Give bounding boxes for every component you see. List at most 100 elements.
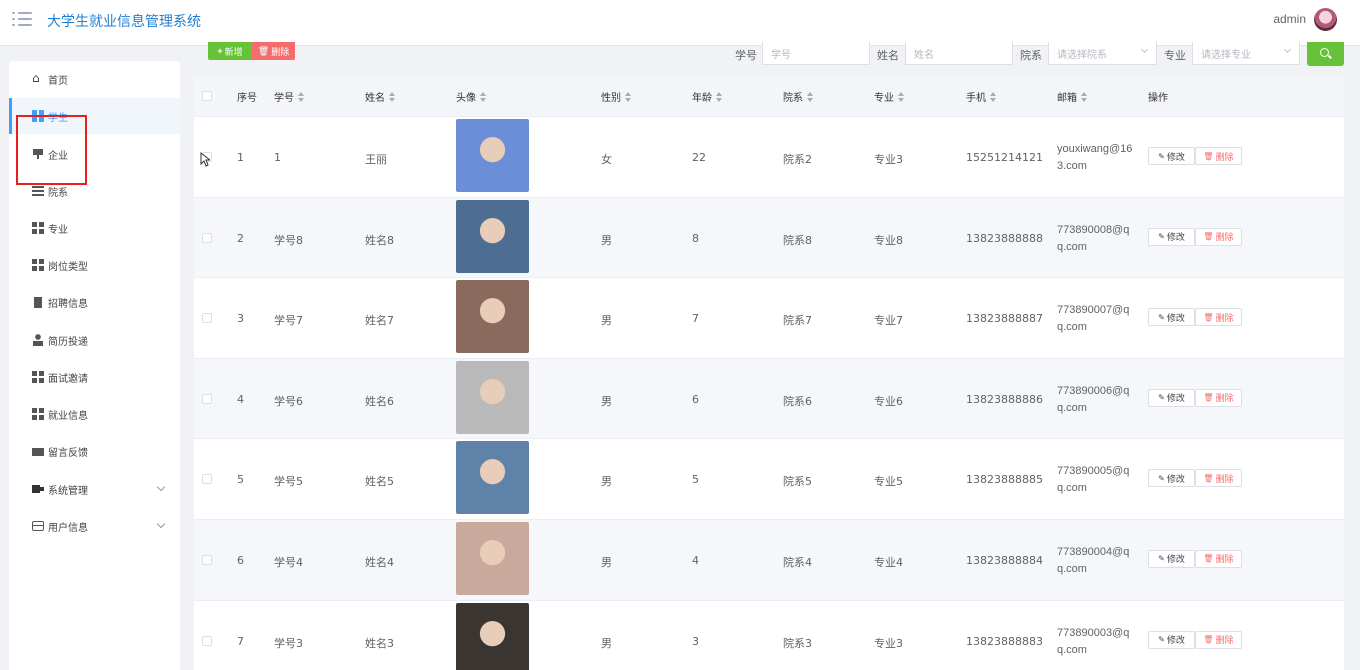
cell-index: 1	[237, 151, 244, 164]
sidebar-item-10[interactable]: 留言反馈	[9, 433, 180, 469]
row-checkbox[interactable]	[202, 635, 212, 646]
column-header-label: 专业	[874, 93, 894, 104]
app-title: 大学生就业信息管理系统	[47, 14, 201, 30]
student-avatar-image	[456, 360, 529, 434]
cell-name: 王丽	[365, 153, 387, 166]
cell-index: 4	[237, 392, 244, 406]
sort-icon[interactable]	[298, 91, 304, 102]
sidebar-item-6[interactable]: 招聘信息	[9, 284, 180, 320]
name-input[interactable]: 姓名	[905, 42, 1013, 65]
cell-student-id: 学号6	[274, 394, 303, 408]
user-name[interactable]: admin	[1273, 12, 1306, 26]
cell-department: 院系4	[783, 555, 812, 569]
edit-button[interactable]: ✎ 修改	[1148, 630, 1195, 649]
grid-icon	[32, 222, 44, 234]
cell-gender: 男	[601, 233, 612, 247]
cell-phone: 13823888885	[966, 473, 1043, 487]
cell-student-id: 学号7	[274, 314, 303, 328]
add-button-label: 新增	[224, 46, 243, 57]
sidebar-item-7[interactable]: 简历投递	[9, 322, 180, 358]
edit-button[interactable]: ✎ 修改	[1148, 227, 1195, 246]
sort-icon[interactable]	[389, 91, 395, 102]
search-button[interactable]	[1307, 42, 1344, 66]
delete-button[interactable]: 🗑 删除	[1195, 549, 1242, 568]
edit-button[interactable]: ✎ 修改	[1148, 549, 1195, 568]
user-avatar[interactable]	[1314, 8, 1337, 31]
edit-button[interactable]: ✎ 修改	[1148, 388, 1195, 407]
row-checkbox[interactable]	[202, 474, 212, 485]
sort-icon[interactable]	[716, 91, 722, 102]
delete-button[interactable]: 🗑 删除	[1195, 630, 1242, 649]
batch-delete-button[interactable]: 🗑 删除	[252, 42, 295, 60]
menu-toggle-icon[interactable]	[12, 11, 32, 27]
column-header-label: 年龄	[692, 93, 712, 104]
sort-icon[interactable]	[1081, 91, 1087, 102]
sort-icon[interactable]	[990, 91, 996, 102]
table-row: 2 学号8 姓名8 男 8 院系8 专业8 13823888888 773890008@qq.c…	[194, 197, 1344, 279]
cell-student-id: 学号5	[274, 475, 303, 489]
column-header-3[interactable]: 头像	[456, 89, 486, 104]
cell-email: 773890006@qq.com	[1057, 384, 1130, 414]
sidebar-item-label: 首页	[48, 75, 68, 87]
row-checkbox[interactable]	[202, 393, 212, 404]
department-select[interactable]: 请选择院系	[1048, 42, 1157, 65]
major-select[interactable]: 请选择专业	[1192, 42, 1300, 65]
select-all-checkbox[interactable]	[202, 91, 212, 101]
student-id-input[interactable]: 学号	[762, 42, 870, 65]
highlight-box	[16, 115, 87, 185]
sidebar-item-8[interactable]: 面试邀请	[9, 359, 180, 395]
column-header-1[interactable]: 学号	[274, 89, 304, 104]
cell-email: youxiwang@163.com	[1057, 143, 1133, 172]
column-header-4[interactable]: 性别	[601, 89, 631, 104]
cell-major: 专业3	[874, 153, 903, 166]
delete-button[interactable]: 🗑 删除	[1195, 388, 1242, 407]
edit-button-label: 修改	[1166, 636, 1185, 647]
column-header-label: 院系	[783, 93, 803, 104]
row-checkbox[interactable]	[202, 554, 212, 565]
grid-icon	[32, 408, 44, 420]
sidebar-item-0[interactable]: ⌂ 首页	[9, 61, 180, 97]
edit-icon: ✎	[1158, 635, 1165, 645]
column-header-9[interactable]: 邮箱	[1057, 89, 1087, 104]
sort-icon[interactable]	[807, 91, 813, 102]
sort-icon[interactable]	[480, 91, 486, 102]
student-avatar-image	[456, 441, 529, 515]
row-checkbox[interactable]	[202, 232, 212, 243]
column-header-7[interactable]: 专业	[874, 89, 904, 104]
edit-button[interactable]: ✎ 修改	[1148, 147, 1195, 165]
student-id-placeholder: 学号	[771, 50, 791, 61]
chevron-down-icon	[156, 482, 166, 492]
column-header-6[interactable]: 院系	[783, 89, 813, 104]
edit-button[interactable]: ✎ 修改	[1148, 469, 1195, 488]
trash-icon: 🗑	[1203, 312, 1214, 322]
sort-icon[interactable]	[898, 91, 904, 102]
column-header-0: 序号	[237, 89, 257, 104]
grid-icon	[32, 371, 44, 383]
cell-age: 3	[692, 634, 699, 648]
delete-button[interactable]: 🗑 删除	[1195, 469, 1242, 488]
row-checkbox[interactable]	[202, 313, 212, 324]
column-header-8[interactable]: 手机	[966, 89, 996, 104]
edit-button-label: 修改	[1166, 474, 1185, 485]
delete-button[interactable]: 🗑 删除	[1195, 227, 1242, 246]
sidebar-item-9[interactable]: 就业信息	[9, 396, 180, 432]
edit-button[interactable]: ✎ 修改	[1148, 308, 1195, 327]
trash-icon: 🗑	[1203, 554, 1214, 564]
column-header-5[interactable]: 年龄	[692, 89, 722, 104]
delete-button[interactable]: 🗑 删除	[1195, 308, 1242, 327]
sidebar-item-label: 简历投递	[48, 336, 88, 348]
cell-name: 姓名7	[365, 314, 394, 328]
sidebar-item-5[interactable]: 岗位类型	[9, 247, 180, 283]
trash-icon: 🗑	[1203, 151, 1214, 161]
cell-department: 院系6	[783, 394, 812, 408]
sort-icon[interactable]	[625, 91, 631, 102]
sidebar-item-12[interactable]: 用户信息	[9, 508, 180, 544]
column-header-2[interactable]: 姓名	[365, 89, 395, 104]
cell-phone: 13823888887	[966, 312, 1043, 326]
cell-major: 专业6	[874, 394, 903, 408]
cell-index: 7	[237, 634, 244, 648]
sidebar-item-11[interactable]: 系统管理	[9, 471, 180, 507]
delete-button[interactable]: 🗑 删除	[1195, 147, 1242, 165]
sidebar-item-4[interactable]: 专业	[9, 210, 180, 246]
add-button[interactable]: + 新增	[208, 42, 252, 60]
